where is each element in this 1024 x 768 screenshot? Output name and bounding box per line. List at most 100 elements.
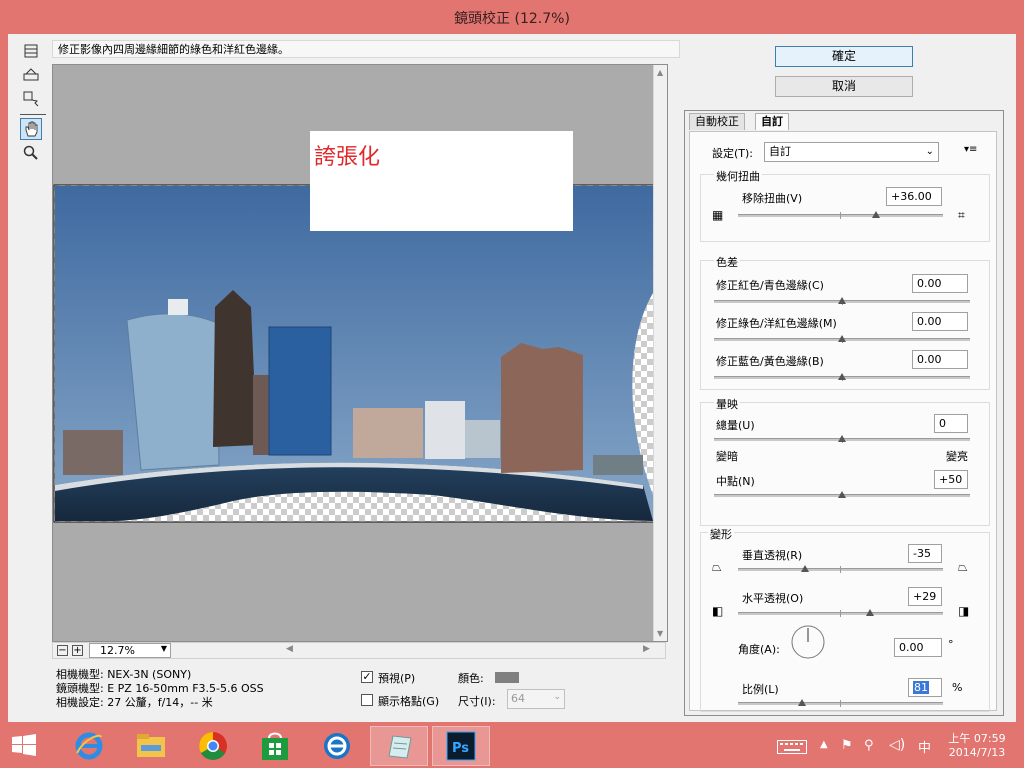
- clock[interactable]: 上午 07:59 2014/7/13: [944, 732, 1010, 760]
- tab-custom[interactable]: 自訂: [755, 113, 789, 130]
- grid-color-swatch[interactable]: [495, 672, 519, 683]
- slider-thumb[interactable]: [872, 211, 880, 218]
- slider-thumb[interactable]: [838, 373, 846, 380]
- green-magenta-slider[interactable]: [714, 335, 970, 343]
- svg-text:Ps: Ps: [452, 741, 469, 756]
- vertical-perspective-label: 垂直透視(R): [742, 549, 803, 562]
- zoom-tool-icon[interactable]: [20, 142, 42, 164]
- vertical-perspective-field[interactable]: -35: [908, 544, 942, 563]
- camera-settings: 相機設定: 27 公釐，f/14，-- 米: [56, 696, 213, 709]
- zoom-select[interactable]: 12.7% ▼: [89, 643, 171, 658]
- slider-thumb[interactable]: [838, 491, 846, 498]
- preview-checkbox[interactable]: ✓: [361, 671, 373, 683]
- ime-indicator[interactable]: 中: [918, 737, 931, 756]
- angle-unit: °: [948, 638, 954, 651]
- title-bar: 鏡頭校正 (12.7%): [0, 0, 1024, 34]
- scroll-right-icon[interactable]: ▶: [643, 644, 650, 654]
- action-center-flag-icon[interactable]: ⚑: [841, 738, 853, 753]
- scroll-up-icon[interactable]: ▲: [657, 68, 663, 77]
- vignette-midpoint-slider[interactable]: [714, 491, 970, 498]
- custom-tab-body: 設定(T): 自訂 ⌄ ▾≡ 幾何扭曲 移除扭曲(V) +36.00 ▦ ⌗ 色…: [689, 131, 997, 712]
- preview-vertical-scrollbar[interactable]: ▲ ▼: [653, 65, 667, 641]
- remove-distortion-field[interactable]: +36.00: [886, 187, 942, 206]
- photoshop-icon[interactable]: Ps: [432, 726, 490, 766]
- settings-select[interactable]: 自訂 ⌄: [764, 142, 939, 162]
- panel-menu-icon[interactable]: ▾≡: [964, 144, 977, 155]
- vignette-midpoint-label: 中點(N): [716, 475, 755, 488]
- slider-thumb[interactable]: [798, 699, 806, 706]
- grid-size-value: 64: [511, 692, 525, 705]
- remove-distortion-label: 移除扭曲(V): [742, 192, 803, 205]
- green-magenta-field[interactable]: 0.00: [912, 312, 968, 331]
- blue-yellow-slider[interactable]: [714, 373, 970, 381]
- horizontal-perspective-field[interactable]: +29: [908, 587, 942, 606]
- scroll-down-icon[interactable]: ▼: [657, 629, 663, 638]
- grid-color-label: 顏色:: [458, 672, 484, 685]
- slider-thumb[interactable]: [838, 335, 846, 342]
- notes-app-icon[interactable]: [370, 726, 428, 766]
- vertical-perspective-slider[interactable]: [738, 565, 943, 573]
- grid-size-select[interactable]: 64 ⌄: [507, 689, 565, 709]
- camera-info: 相機機型: NEX-3N (SONY) 鏡頭機型: E PZ 16-50mm F…: [56, 668, 264, 710]
- ie-app-icon[interactable]: [308, 726, 366, 766]
- vignette-amount-field[interactable]: 0: [934, 414, 968, 433]
- straighten-tool-icon[interactable]: [20, 64, 42, 86]
- green-magenta-label: 修正綠色/洋紅色邊緣(M): [716, 317, 837, 330]
- red-cyan-field[interactable]: 0.00: [912, 274, 968, 293]
- blue-yellow-field[interactable]: 0.00: [912, 350, 968, 369]
- red-cyan-slider[interactable]: [714, 297, 970, 305]
- blue-yellow-label: 修正藍色/黃色邊緣(B): [716, 355, 824, 368]
- keyboard-icon[interactable]: [777, 740, 807, 757]
- vignette-midpoint-field[interactable]: +50: [934, 470, 968, 489]
- volume-icon[interactable]: ◁): [889, 737, 905, 753]
- clock-time: 上午 07:59: [948, 732, 1006, 745]
- chrome-icon[interactable]: [184, 726, 242, 766]
- file-explorer-icon[interactable]: [122, 726, 180, 766]
- lens-model: 鏡頭機型: E PZ 16-50mm F3.5-5.6 OSS: [56, 682, 264, 695]
- zoom-out-button[interactable]: −: [57, 645, 68, 656]
- vignette-amount-slider[interactable]: [714, 435, 970, 443]
- store-icon[interactable]: [246, 726, 304, 766]
- preview-canvas[interactable]: 誇張化 ▲ ▼: [52, 64, 668, 642]
- settings-label: 設定(T):: [712, 147, 754, 160]
- preview-bottom-bar: − + 12.7% ▼ ◀ ▶: [52, 642, 666, 659]
- clock-date: 2014/7/13: [948, 746, 1006, 759]
- scale-slider[interactable]: [738, 699, 943, 707]
- show-grid-checkbox[interactable]: [361, 694, 373, 706]
- vignette-amount-label: 總量(U): [716, 419, 755, 432]
- internet-explorer-icon[interactable]: [60, 726, 118, 766]
- show-hidden-icons-icon[interactable]: ▲: [820, 739, 828, 750]
- red-cyan-label: 修正紅色/青色邊緣(C): [716, 279, 824, 292]
- slider-thumb[interactable]: [838, 435, 846, 442]
- angle-field[interactable]: 0.00: [894, 638, 942, 657]
- network-icon[interactable]: ⚲: [864, 738, 874, 753]
- grid-size-label: 尺寸(I):: [458, 695, 496, 708]
- slider-thumb[interactable]: [801, 565, 809, 572]
- camera-model: 相機機型: NEX-3N (SONY): [56, 668, 192, 681]
- toolbar: [20, 40, 46, 164]
- scroll-left-icon[interactable]: ◀: [286, 644, 293, 654]
- ok-button[interactable]: 確定: [775, 46, 913, 67]
- hand-tool-icon[interactable]: [20, 118, 42, 140]
- horizontal-perspective-left-icon: ◧: [712, 604, 724, 618]
- angle-dial-icon[interactable]: [790, 624, 826, 660]
- slider-thumb[interactable]: [866, 609, 874, 616]
- tab-auto-correction[interactable]: 自動校正: [689, 113, 745, 130]
- chevron-down-icon: ⌄: [925, 146, 934, 157]
- scale-label: 比例(L): [742, 683, 779, 696]
- remove-distortion-tool-icon[interactable]: [20, 40, 42, 62]
- show-grid-label: 顯示格點(G): [378, 695, 440, 708]
- scale-field[interactable]: 81: [908, 678, 942, 697]
- remove-distortion-slider[interactable]: [738, 211, 943, 219]
- zoom-value: 12.7%: [100, 644, 135, 657]
- slider-thumb[interactable]: [838, 297, 846, 304]
- move-grid-tool-icon[interactable]: [20, 88, 42, 110]
- zoom-in-button[interactable]: +: [72, 645, 83, 656]
- window-title: 鏡頭校正 (12.7%): [454, 11, 570, 27]
- scale-unit: %: [952, 681, 963, 694]
- vignette-title: 暈映: [714, 396, 740, 412]
- pincushion-icon: ▦: [712, 208, 724, 222]
- cancel-button[interactable]: 取消: [775, 76, 913, 97]
- start-windows-icon[interactable]: [12, 734, 36, 759]
- horizontal-perspective-slider[interactable]: [738, 609, 943, 617]
